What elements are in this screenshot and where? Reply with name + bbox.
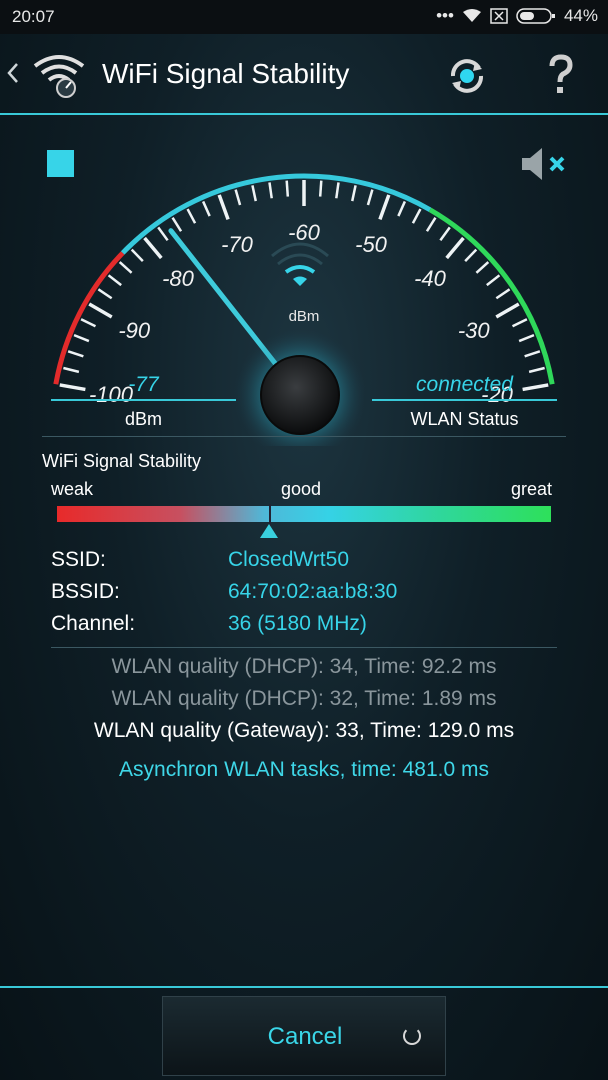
help-icon[interactable] bbox=[548, 54, 574, 96]
stability-marker-line bbox=[269, 504, 272, 526]
gauge-minor-tick bbox=[67, 350, 84, 358]
speaker-muted-icon[interactable] bbox=[520, 144, 570, 184]
stability-title: WiFi Signal Stability bbox=[42, 451, 202, 471]
gauge-divider bbox=[42, 436, 566, 437]
gauge-minor-tick bbox=[335, 182, 340, 199]
signal-readout-line bbox=[51, 399, 236, 401]
gauge-arc-weak bbox=[53, 251, 125, 385]
wlan-status-readout: connected WLAN Status bbox=[372, 373, 557, 430]
gauge-major-tick bbox=[143, 236, 163, 260]
stability-great-label: great bbox=[511, 479, 553, 499]
gauge-minor-tick bbox=[80, 318, 97, 328]
more-dots-icon: ••• bbox=[436, 6, 454, 25]
gauge-minor-tick bbox=[318, 180, 323, 197]
app-title: WiFi Signal Stability bbox=[102, 58, 350, 89]
gauge-minor-tick bbox=[495, 288, 511, 300]
wifi-speedometer-icon bbox=[33, 55, 85, 98]
gauge-major-tick bbox=[378, 194, 391, 220]
cancel-button[interactable]: Cancel bbox=[162, 996, 446, 1076]
gauge-minor-tick bbox=[486, 274, 501, 287]
bssid-key: BSSID: bbox=[51, 580, 120, 603]
info-divider bbox=[51, 647, 557, 648]
signal-dbm-label: dBm bbox=[124, 409, 162, 429]
gauge-tick-label: -30 bbox=[458, 318, 491, 343]
gauge-minor-tick bbox=[157, 226, 169, 242]
gauge-minor-tick bbox=[251, 185, 257, 202]
status-bar: 20:07 ••• 44% bbox=[0, 0, 608, 34]
channel-key: Channel: bbox=[51, 612, 136, 635]
gauge-minor-tick bbox=[234, 189, 242, 206]
bssid-value: 64:70:02:aa:b8:30 bbox=[228, 580, 398, 603]
back-icon[interactable] bbox=[6, 62, 20, 84]
gauge-minor-tick bbox=[397, 200, 407, 217]
quality-dhcp-1: WLAN quality (DHCP): 34, Time: 92.2 ms bbox=[111, 655, 497, 678]
gauge-major-tick bbox=[445, 236, 465, 260]
stability-bar bbox=[57, 504, 551, 526]
gauge-minor-tick bbox=[97, 288, 113, 300]
loading-spinner-icon bbox=[403, 1027, 421, 1045]
gauge-tick-label: -50 bbox=[355, 232, 388, 257]
gauge-minor-tick bbox=[73, 333, 90, 343]
gauge-minor-tick bbox=[186, 208, 197, 224]
async-tasks-time: Asynchron WLAN tasks, time: 481.0 ms bbox=[119, 758, 489, 781]
gauge-minor-tick bbox=[475, 261, 490, 274]
gauge-minor-tick bbox=[518, 333, 535, 343]
gauge-minor-tick bbox=[425, 217, 437, 232]
gauge-minor-tick bbox=[511, 318, 528, 328]
gauge-minor-tick bbox=[464, 248, 478, 262]
gauge-arc-great bbox=[428, 207, 555, 385]
gauge-wifi-icon bbox=[271, 242, 329, 286]
gauge-tick-label: -40 bbox=[414, 266, 447, 291]
gauge-minor-tick bbox=[268, 182, 273, 199]
status-time: 20:07 bbox=[12, 7, 55, 26]
stop-icon[interactable] bbox=[47, 150, 74, 177]
ssid-value: ClosedWrt50 bbox=[228, 548, 349, 571]
signal-dbm-value: -77 bbox=[128, 373, 159, 396]
header-divider bbox=[0, 113, 608, 115]
gauge-minor-tick bbox=[524, 350, 541, 358]
gauge-minor-tick bbox=[107, 274, 122, 287]
quality-gateway: WLAN quality (Gateway): 33, Time: 129.0 … bbox=[93, 719, 515, 742]
wlan-status-value: connected bbox=[416, 373, 513, 396]
ssid-key: SSID: bbox=[51, 548, 106, 571]
gauge-tick-label: -70 bbox=[221, 232, 254, 257]
gauge-major-tick bbox=[495, 302, 520, 319]
gauge-tick-label: -60 bbox=[288, 220, 321, 245]
gauge-minor-tick bbox=[351, 185, 357, 202]
wlan-status-line bbox=[372, 399, 557, 401]
signal-readout: -77 dBm bbox=[51, 373, 236, 430]
gauge-minor-tick bbox=[528, 366, 545, 374]
gauge-minor-tick bbox=[285, 180, 290, 197]
stability-good-label: good bbox=[281, 479, 322, 499]
sim-off-icon bbox=[490, 8, 508, 24]
battery-icon bbox=[516, 8, 555, 24]
gauge-minor-tick bbox=[366, 189, 374, 206]
gauge-tick-label: -80 bbox=[162, 266, 195, 291]
app-bar: WiFi Signal Stability bbox=[0, 34, 608, 114]
gauge-major-tick bbox=[88, 302, 113, 319]
gauge-minor-tick bbox=[130, 248, 144, 262]
channel-value: 36 (5180 MHz) bbox=[228, 612, 367, 635]
gauge-minor-tick bbox=[201, 200, 211, 217]
gauge-minor-tick bbox=[63, 366, 80, 374]
wlan-status-label: WLAN Status bbox=[410, 409, 519, 429]
gauge-unit-label: dBm bbox=[289, 308, 320, 325]
gauge-minor-tick bbox=[439, 226, 451, 242]
gauge-major-tick bbox=[217, 194, 230, 220]
quality-dhcp-2: WLAN quality (DHCP): 32, Time: 1.89 ms bbox=[111, 687, 497, 710]
stability-weak-label: weak bbox=[51, 479, 94, 499]
refresh-icon[interactable] bbox=[445, 54, 489, 98]
status-icons: ••• 44% bbox=[436, 6, 598, 26]
wifi-status-icon bbox=[462, 9, 481, 22]
gauge-minor-tick bbox=[171, 217, 183, 232]
gauge-minor-tick bbox=[118, 261, 133, 274]
footer-divider bbox=[0, 986, 608, 988]
gauge-hub bbox=[260, 355, 340, 435]
stability-marker bbox=[260, 524, 279, 538]
battery-percent: 44% bbox=[563, 6, 598, 25]
gauge-minor-tick bbox=[411, 208, 422, 224]
gauge-tick-label: -90 bbox=[118, 318, 151, 343]
